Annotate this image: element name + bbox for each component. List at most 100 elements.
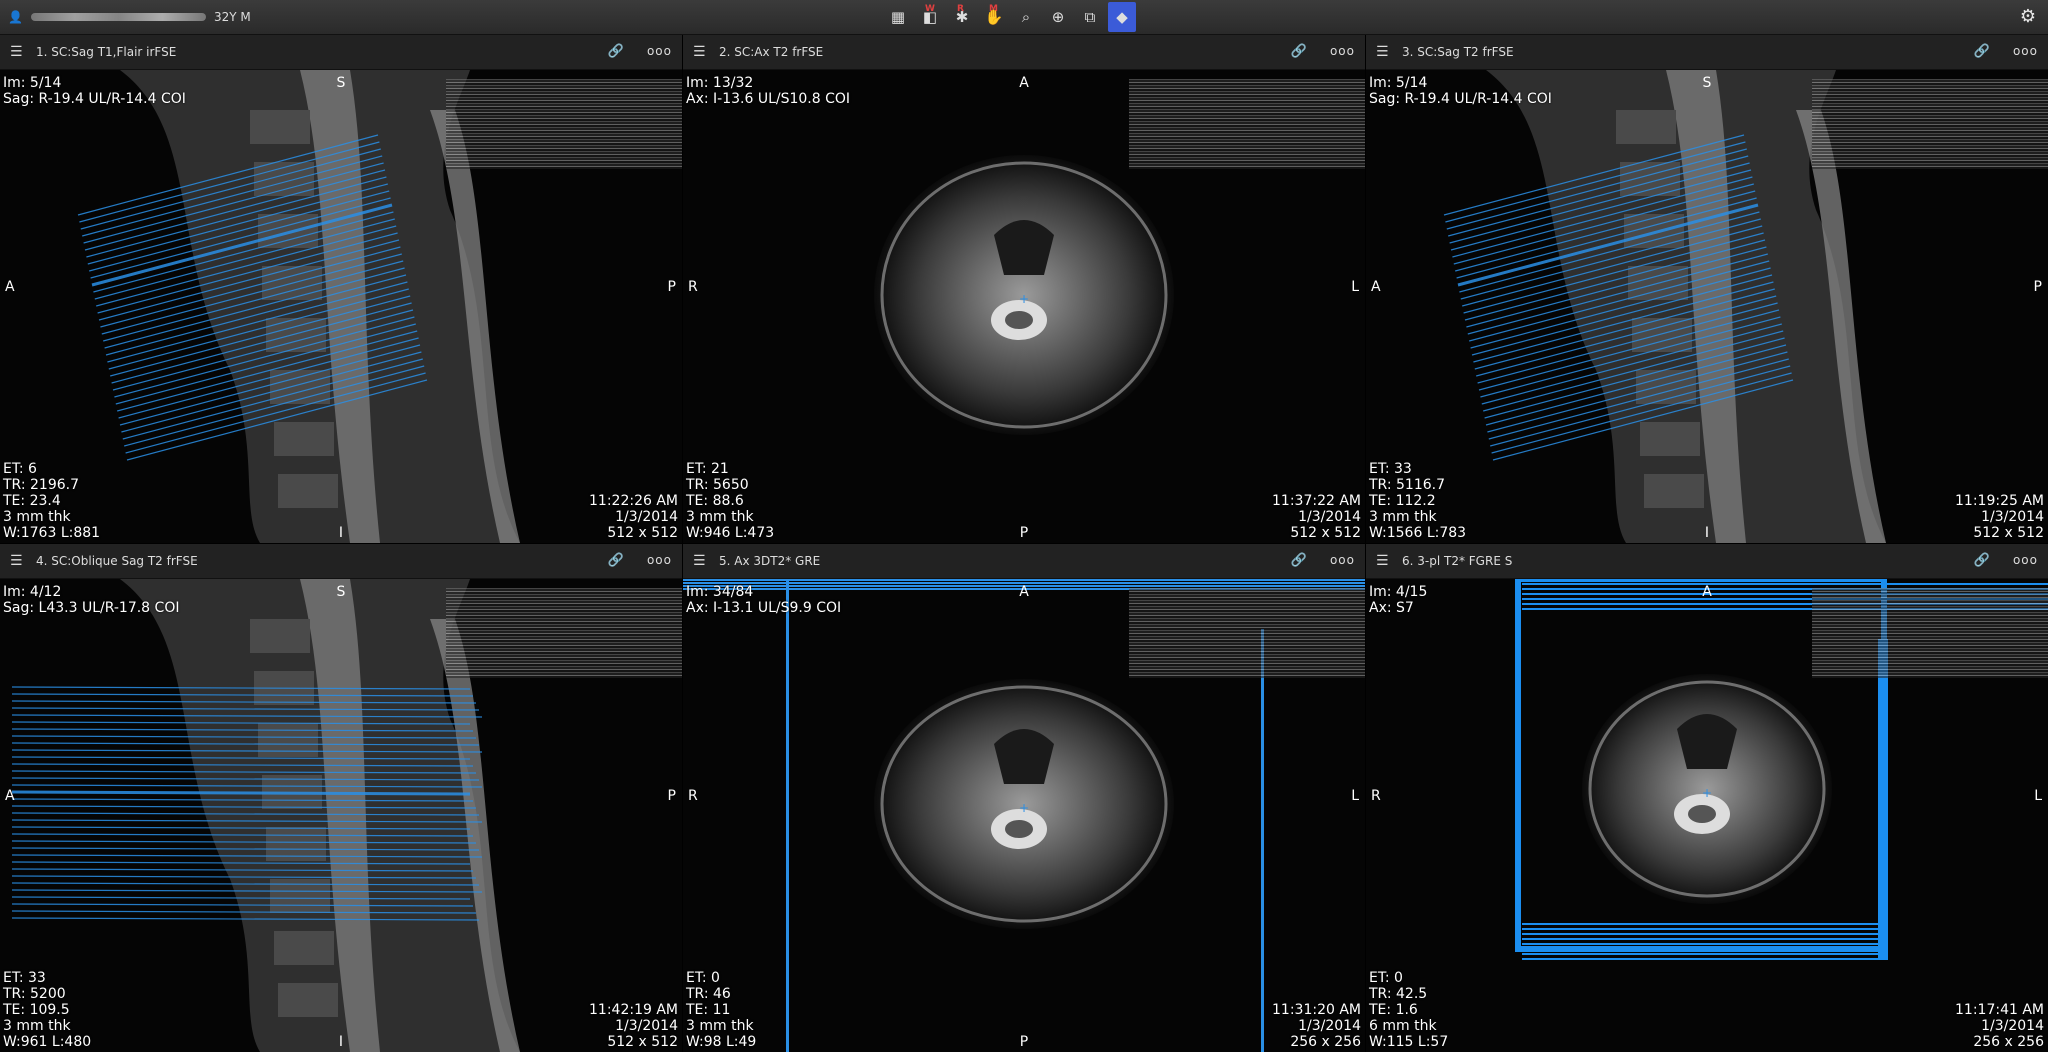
study-date: 1/3/2014 — [1981, 509, 2044, 525]
series-menu-icon[interactable]: ☰ — [10, 44, 26, 60]
patient-name-redacted — [30, 13, 206, 21]
window-level: W:1763 L:881 — [3, 525, 101, 541]
spinal-cord — [1005, 311, 1033, 329]
viewport-header: ☰ 3. SC:Sag T2 frFSE 🔗 ooo — [1366, 35, 2048, 70]
tool-group: ▦ ◧ W ✱ R ✋ M ⌕ ⊕ ⧉ ◆ — [884, 2, 1136, 32]
stack-tool-button[interactable]: ⧉ — [1076, 2, 1104, 32]
orientation-bottom: I — [338, 1034, 344, 1050]
window-level-tool-button[interactable]: ◧ W — [916, 2, 944, 32]
more-options-icon[interactable]: ooo — [1330, 553, 1355, 567]
vertebra — [1616, 110, 1676, 144]
image-matrix: 256 x 256 — [1973, 1034, 2044, 1050]
slice-position: Ax: I-13.1 UL/S9.9 COI — [686, 600, 842, 616]
airway — [994, 220, 1054, 275]
hand-tool-button[interactable]: ✋ M — [980, 2, 1008, 32]
link-icon[interactable]: 🔗 — [1291, 44, 1307, 59]
more-options-icon[interactable]: ooo — [2013, 553, 2038, 567]
viewport-6[interactable]: ☰ 6. 3-pl T2* FGRE S 🔗 ooo + Im: 4/15 Ax:… — [1366, 544, 2048, 1052]
viewport-4[interactable]: ☰ 4. SC:Oblique Sag T2 frFSE 🔗 ooo Im: 4… — [0, 544, 682, 1052]
image-info-top-left: Im: 34/84 Ax: I-13.1 UL/S9.9 COI — [686, 584, 841, 616]
series-menu-icon[interactable]: ☰ — [1376, 44, 1392, 60]
link-icon[interactable]: 🔗 — [1974, 44, 1990, 59]
series-title: 3. SC:Sag T2 frFSE — [1402, 45, 1514, 59]
image-matrix: 512 x 512 — [607, 525, 678, 541]
tool-badge: M — [989, 4, 998, 14]
echo-train: ET: 0 — [1369, 970, 1403, 986]
vertebra — [250, 110, 310, 144]
crosshair-marker: + — [1702, 786, 1712, 800]
orientation-right: P — [2033, 278, 2042, 295]
spinal-cord — [1688, 805, 1716, 823]
grid-icon: ▦ — [890, 8, 906, 26]
gear-icon[interactable]: ⚙ — [2020, 6, 2036, 27]
reset-tool-button[interactable]: ✱ R — [948, 2, 976, 32]
acquisition-time: 11:42:19 AM — [589, 1002, 678, 1018]
acquisition-info: ET: 0 TR: 46 TE: 11 3 mm thk W:98 L:49 — [686, 970, 756, 1050]
localizer-line — [683, 579, 1365, 581]
zoom-tool-button[interactable]: ⌕ — [1012, 2, 1040, 32]
link-icon[interactable]: 🔗 — [608, 553, 624, 568]
more-options-icon[interactable]: ooo — [647, 553, 672, 567]
link-icon[interactable]: 🔗 — [608, 44, 624, 59]
series-menu-icon[interactable]: ☰ — [10, 553, 26, 569]
scale-overlay — [446, 588, 682, 678]
crosshair-tool-button[interactable]: ⊕ — [1044, 2, 1072, 32]
orientation-right: L — [2034, 787, 2042, 804]
echo-time: TE: 112.2 — [1369, 493, 1436, 509]
orientation-top: A — [1019, 584, 1029, 600]
repetition-time: TR: 5200 — [3, 986, 66, 1002]
viewport-1[interactable]: ☰ 1. SC:Sag T1,Flair irFSE 🔗 ooo Im: 5/1… — [0, 35, 682, 543]
crosshair-icon: ⊕ — [1051, 8, 1065, 26]
acquisition-time: 11:37:22 AM — [1272, 493, 1361, 509]
viewport-2[interactable]: ☰ 2. SC:Ax T2 frFSE 🔗 ooo + Im: 13/32 Ax:… — [683, 35, 1365, 543]
image-matrix: 512 x 512 — [1973, 525, 2044, 541]
vertebra — [278, 474, 338, 508]
series-menu-icon[interactable]: ☰ — [693, 553, 709, 569]
orientation-bottom: P — [1019, 1034, 1029, 1050]
echo-time: TE: 11 — [686, 1002, 731, 1018]
acquisition-info: ET: 6 TR: 2196.7 TE: 23.4 3 mm thk W:1763 L:… — [3, 461, 100, 541]
orientation-left: A — [5, 787, 15, 804]
more-options-icon[interactable]: ooo — [1330, 44, 1355, 58]
user-icon: 👤 — [8, 10, 23, 24]
series-title: 1. SC:Sag T1,Flair irFSE — [36, 45, 177, 59]
image-number: Im: 34/84 — [686, 584, 754, 600]
study-date: 1/3/2014 — [1981, 1018, 2044, 1034]
viewport-header: ☰ 1. SC:Sag T1,Flair irFSE 🔗 ooo — [0, 35, 682, 70]
image-number: Im: 5/14 — [1369, 75, 1428, 91]
airway — [994, 729, 1054, 784]
image-info-top-left: Im: 4/15 Ax: S7 — [1369, 584, 1427, 616]
echo-train: ET: 33 — [1369, 461, 1412, 477]
image-number: Im: 4/15 — [1369, 584, 1428, 600]
series-menu-icon[interactable]: ☰ — [693, 44, 709, 60]
scale-overlay — [1129, 79, 1365, 169]
image-info-top-left: Im: 4/12 Sag: L43.3 UL/R-17.8 COI — [3, 584, 179, 616]
orientation-left: R — [688, 278, 698, 295]
grid-tool-button[interactable]: ▦ — [884, 2, 912, 32]
viewport-5[interactable]: ☰ 5. Ax 3DT2* GRE 🔗 ooo + Im: 34/84 Ax: I… — [683, 544, 1365, 1052]
orientation-right: P — [667, 787, 676, 804]
localizer-line — [11, 790, 471, 796]
vertebra — [278, 983, 338, 1017]
viewport-3[interactable]: ☰ 3. SC:Sag T2 frFSE 🔗 ooo Im: 5/14 Sag: … — [1366, 35, 2048, 543]
study-info: 11:31:20 AM 1/3/2014 256 x 256 — [1272, 1002, 1361, 1050]
more-options-icon[interactable]: ooo — [647, 44, 672, 58]
orientation-top: S — [336, 584, 346, 600]
scale-overlay — [1812, 79, 2048, 169]
orientation-top: A — [1019, 75, 1029, 91]
link-icon[interactable]: 🔗 — [1291, 553, 1307, 568]
echo-time: TE: 109.5 — [3, 1002, 70, 1018]
vertebra — [1644, 474, 1704, 508]
scale-overlay — [446, 79, 682, 169]
orientation-right: P — [667, 278, 676, 295]
echo-time: TE: 23.4 — [3, 493, 61, 509]
echo-train: ET: 33 — [3, 970, 46, 986]
series-title: 4. SC:Oblique Sag T2 frFSE — [36, 554, 198, 568]
more-options-icon[interactable]: ooo — [2013, 44, 2038, 58]
cube-tool-button[interactable]: ◆ — [1108, 2, 1136, 32]
series-menu-icon[interactable]: ☰ — [1376, 553, 1392, 569]
slice-thickness: 3 mm thk — [686, 509, 754, 525]
patient-info[interactable]: 👤 32Y M — [8, 8, 251, 26]
link-icon[interactable]: 🔗 — [1974, 553, 1990, 568]
slice-thickness: 3 mm thk — [686, 1018, 754, 1034]
